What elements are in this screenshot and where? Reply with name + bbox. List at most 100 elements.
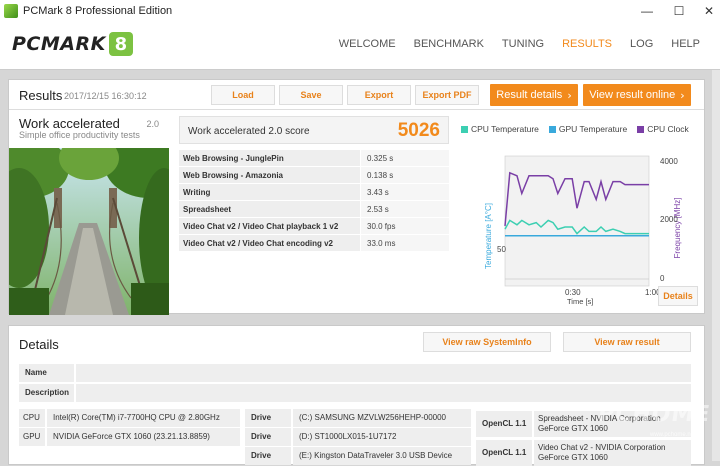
monitor-details-button[interactable]: Details: [658, 286, 698, 306]
drive-value-cell: (E:) Kingston DataTraveler 3.0 USB Devic…: [293, 447, 471, 465]
watermark-sub: www.pchome.net: [650, 432, 696, 438]
table-row: Web Browsing - Amazonia 0.138 s: [179, 167, 449, 184]
drive-value: (D:) ST1000LX015-1U7172: [299, 432, 397, 441]
drive-label: Drive: [251, 451, 272, 460]
x-tick-label: 0:30: [565, 288, 581, 297]
subscore-value: 0.138 s: [361, 167, 449, 183]
drive-label-cell: Drive: [245, 409, 291, 427]
close-button[interactable]: ✕: [694, 0, 720, 22]
hw-label: CPU: [23, 413, 40, 422]
chevron-right-icon: ›: [567, 88, 572, 102]
left-axis-label: Temperature [A°C]: [484, 203, 493, 269]
right-tick-label: 0: [660, 274, 665, 283]
results-header: Results 2017/12/15 16:30:12 Load Save Ex…: [9, 80, 704, 110]
opencl-value: Video Chat v2 - NVIDIA Corporation: [538, 443, 666, 452]
nav-tuning[interactable]: TUNING: [502, 38, 544, 50]
test-card: Work accelerated 2.0 Simple office produ…: [9, 110, 169, 315]
drive-value: (C:) SAMSUNG MZVLW256HEHP-00000: [299, 413, 446, 422]
drive-label: Drive: [251, 432, 272, 441]
subscore-name: Spreadsheet: [179, 201, 360, 217]
hw-label: GPU: [23, 432, 41, 441]
save-button[interactable]: Save: [279, 85, 343, 105]
drive-label: Drive: [251, 413, 272, 422]
description-value-cell: [76, 384, 691, 402]
result-details-button[interactable]: Result details ›: [490, 84, 578, 106]
view-online-button[interactable]: View result online ›: [583, 84, 691, 106]
export-pdf-button[interactable]: Export PDF: [415, 85, 479, 105]
subscore-name: Video Chat v2 / Video Chat playback 1 v2: [179, 218, 360, 234]
hw-label-cell: GPU: [19, 428, 45, 446]
opencl-value: GeForce GTX 1060: [538, 453, 608, 462]
nav-results[interactable]: RESULTS: [562, 38, 612, 50]
test-version: 2.0: [146, 119, 159, 129]
opencl-label: OpenCL 1.1: [482, 419, 527, 428]
subscore-value: 2.53 s: [361, 201, 449, 217]
drive-value-cell: (D:) ST1000LX015-1U7172: [293, 428, 471, 446]
table-row: Writing 3.43 s: [179, 184, 449, 201]
view-raw-result-button[interactable]: View raw result: [563, 332, 691, 352]
results-date: 2017/12/15 16:30:12: [64, 91, 147, 101]
x-axis-label: Time [s]: [567, 297, 593, 306]
view-online-label: View result online: [589, 89, 676, 101]
minimize-button[interactable]: —: [632, 0, 662, 22]
score-box: Work accelerated 2.0 score 5026: [179, 116, 449, 144]
nav-help[interactable]: HELP: [671, 38, 700, 50]
window-titlebar: PCMark 8 Professional Edition: [0, 0, 720, 22]
table-row: Web Browsing - JunglePin 0.325 s: [179, 150, 449, 167]
right-tick-label: 2000: [660, 215, 678, 224]
window-title: PCMark 8 Professional Edition: [23, 5, 173, 17]
name-value-cell: [76, 364, 691, 382]
test-subtitle: Simple office productivity tests: [19, 130, 140, 140]
export-button[interactable]: Export: [347, 85, 411, 105]
nav-welcome[interactable]: WELCOME: [339, 38, 396, 50]
details-title: Details: [19, 337, 59, 352]
subscore-value: 33.0 ms: [361, 235, 449, 251]
app-icon: [4, 4, 18, 18]
description-label-cell: Description: [19, 384, 74, 402]
table-row: Spreadsheet 2.53 s: [179, 201, 449, 218]
description-label: Description: [25, 388, 70, 397]
opencl-label-cell: OpenCL 1.1: [476, 411, 532, 437]
subscore-value: 3.43 s: [361, 184, 449, 200]
score-label: Work accelerated 2.0 score: [188, 126, 310, 137]
cpu-value: Intel(R) Core(TM) i7-7700HQ CPU @ 2.80GH…: [53, 413, 220, 422]
table-row: Video Chat v2 / Video Chat encoding v2 33…: [179, 235, 449, 252]
subscore-name: Web Browsing - JunglePin: [179, 150, 360, 166]
view-raw-systeminfo-button[interactable]: View raw SystemInfo: [423, 332, 551, 352]
name-label-cell: Name: [19, 364, 74, 382]
score-value: 5026: [397, 120, 440, 141]
results-title: Results: [19, 88, 63, 103]
left-tick-label: 50: [497, 245, 506, 254]
right-tick-label: 4000: [660, 157, 678, 166]
name-label: Name: [25, 368, 47, 377]
subscore-value: 0.325 s: [361, 150, 449, 166]
drive-label-cell: Drive: [245, 447, 291, 465]
table-row: Video Chat v2 / Video Chat playback 1 v2…: [179, 218, 449, 235]
watermark: PCHOME: [596, 402, 713, 427]
subscore-value: 30.0 fps: [361, 218, 449, 234]
subscore-name: Web Browsing - Amazonia: [179, 167, 360, 183]
main-nav: WELCOME BENCHMARK TUNING RESULTS LOG HEL…: [339, 38, 700, 50]
details-panel: Details View raw SystemInfo View raw res…: [8, 325, 705, 466]
nav-log[interactable]: LOG: [630, 38, 653, 50]
logo-badge: 8: [108, 32, 133, 56]
page-scrollbar[interactable]: [712, 70, 720, 461]
drive-label-cell: Drive: [245, 428, 291, 446]
load-button[interactable]: Load: [211, 85, 275, 105]
logo-text: PCMARK: [12, 33, 106, 55]
opencl-value-cell: Video Chat v2 - NVIDIA Corporation GeForc…: [534, 440, 691, 466]
subscore-table: Web Browsing - JunglePin 0.325 s Web Brow…: [179, 150, 449, 252]
monitor-chart: Temperature [A°C] 50 Frequency [MHz] 400…: [484, 155, 682, 306]
hw-label-cell: CPU: [19, 409, 45, 427]
drive-value-cell: (C:) SAMSUNG MZVLW256HEHP-00000: [293, 409, 471, 427]
test-image: [9, 148, 169, 315]
subscore-name: Writing: [179, 184, 360, 200]
app-header: PCMARK 8 WELCOME BENCHMARK TUNING RESULT…: [0, 22, 720, 70]
opencl-label: OpenCL 1.1: [482, 448, 527, 457]
nav-benchmark[interactable]: BENCHMARK: [414, 38, 484, 50]
subscore-name: Video Chat v2 / Video Chat encoding v2: [179, 235, 360, 251]
gpu-value: NVIDIA GeForce GTX 1060 (23.21.13.8859): [53, 432, 210, 441]
chevron-right-icon: ›: [680, 88, 685, 102]
maximize-button[interactable]: ☐: [664, 0, 694, 22]
result-details-label: Result details: [496, 89, 563, 101]
